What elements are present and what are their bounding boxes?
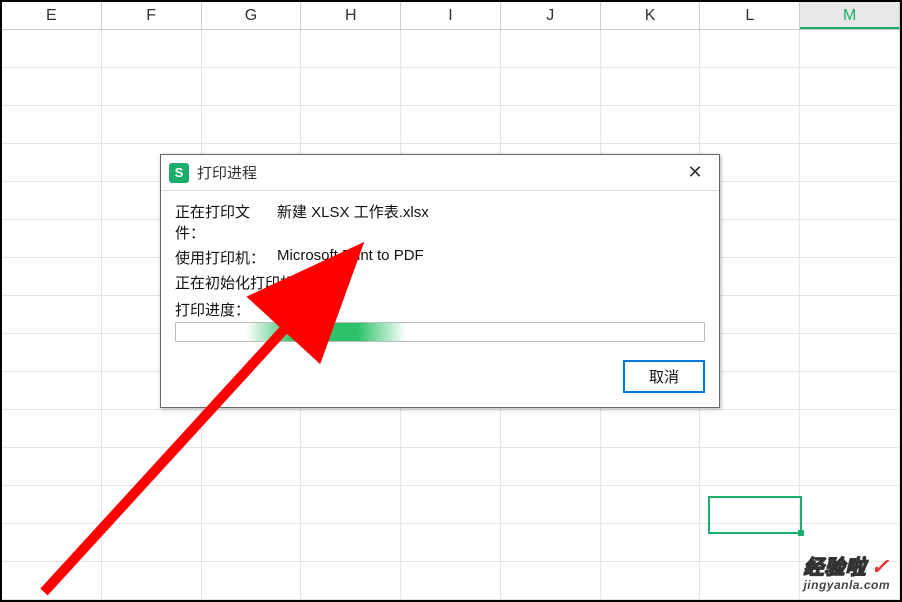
col-header-K[interactable]: K [601,2,701,29]
col-header-E[interactable]: E [2,2,102,29]
cancel-button[interactable]: 取消 [623,360,705,393]
print-progress-dialog: S 打印进程 ✕ 正在打印文件： 新建 XLSX 工作表.xlsx 使用打印机：… [160,154,720,408]
close-icon: ✕ [687,162,702,182]
col-header-H[interactable]: H [301,2,401,29]
col-header-L[interactable]: L [700,2,800,29]
printer-label: 使用打印机： [175,247,277,268]
dialog-title: 打印进程 [197,162,675,183]
close-button[interactable]: ✕ [675,158,715,188]
progress-bar [175,322,705,342]
progress-fill [246,323,406,341]
progress-label: 打印进度： [175,299,705,320]
col-header-G[interactable]: G [202,2,302,29]
dialog-titlebar[interactable]: S 打印进程 ✕ [161,155,719,191]
wps-spreadsheet-icon: S [169,163,189,183]
status-text: 正在初始化打印机... [175,272,705,293]
file-label: 正在打印文件： [175,201,277,243]
printer-name: Microsoft Print to PDF [277,247,705,268]
col-header-F[interactable]: F [102,2,202,29]
col-header-I[interactable]: I [401,2,501,29]
column-header-row: E F G H I J K L M [2,2,900,30]
col-header-M[interactable]: M [800,2,900,29]
file-name: 新建 XLSX 工作表.xlsx [277,201,705,243]
dialog-body: 正在打印文件： 新建 XLSX 工作表.xlsx 使用打印机： Microsof… [161,191,719,407]
col-header-J[interactable]: J [501,2,601,29]
